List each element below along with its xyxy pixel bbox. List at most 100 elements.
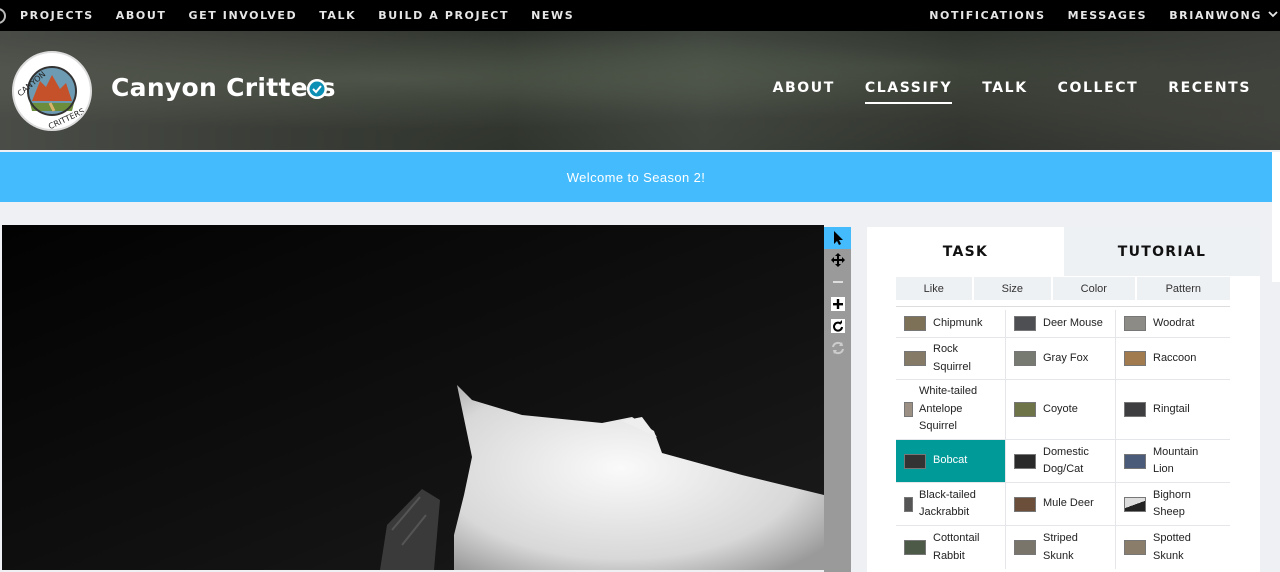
species-label: Black-tailed Jackrabbit <box>919 488 976 519</box>
species-label: Deer Mouse <box>1043 316 1103 329</box>
species-label: Rock Squirrel <box>933 343 971 373</box>
project-nav-recents[interactable]: RECENTS <box>1168 80 1251 104</box>
species-white-tailed-antelope-squirrel[interactable]: White-tailed Antelope Squirrel <box>896 380 1006 439</box>
species-mule-deer[interactable]: Mule Deer <box>1006 483 1116 525</box>
species-gray-fox[interactable]: Gray Fox <box>1006 338 1116 379</box>
species-label: Domestic Dog/Cat <box>1043 445 1089 476</box>
species-woodrat[interactable]: Woodrat <box>1116 310 1226 337</box>
project-header: CANYON CRITTERS Canyon Critters ABOUT CL… <box>0 31 1280 150</box>
canyon-critters-logo-icon: CANYON CRITTERS <box>16 55 88 129</box>
species-label: White-tailed Antelope Squirrel <box>919 385 978 433</box>
species-row: Bobcat Domestic Dog/Cat Mountain Lion <box>896 440 1230 483</box>
project-nav: ABOUT CLASSIFY TALK COLLECT RECENTS <box>743 80 1251 104</box>
species-striped-skunk[interactable]: Striped Skunk <box>1006 526 1116 569</box>
species-thumbnail <box>1124 402 1146 417</box>
species-thumbnail <box>904 402 913 417</box>
filter-color[interactable]: Color <box>1053 277 1135 300</box>
species-thumbnail <box>904 351 926 366</box>
filter-bar: Like Size Color Pattern <box>896 277 1231 304</box>
task-panel: TASK TUTORIAL Like Size Color Pattern Ch… <box>867 227 1260 572</box>
species-thumbnail <box>1124 540 1146 555</box>
species-thumbnail <box>1014 316 1036 331</box>
species-thumbnail <box>1124 351 1146 366</box>
project-nav-collect[interactable]: COLLECT <box>1058 80 1139 104</box>
pointer-icon[interactable] <box>824 227 851 249</box>
species-label: Bighorn Sheep <box>1153 488 1191 519</box>
species-domestic-dog-cat[interactable]: Domestic Dog/Cat <box>1006 440 1116 482</box>
reset-icon[interactable] <box>824 337 851 359</box>
move-icon[interactable] <box>824 249 851 271</box>
species-thumbnail <box>1014 496 1036 512</box>
nav-build-a-project[interactable]: BUILD A PROJECT <box>378 9 509 22</box>
filter-pattern[interactable]: Pattern <box>1136 277 1231 300</box>
species-row: White-tailed Antelope Squirrel Coyote Ri… <box>896 380 1230 440</box>
species-label: Spotted Skunk <box>1153 532 1191 562</box>
species-label: Raccoon <box>1153 351 1197 364</box>
species-thumbnail <box>904 540 926 555</box>
species-row: Chipmunk Deer Mouse Woodrat <box>896 310 1230 338</box>
image-toolbar <box>824 227 851 572</box>
species-row: Black-tailed Jackrabbit Mule Deer Bighor… <box>896 483 1230 526</box>
species-coyote[interactable]: Coyote <box>1006 380 1116 439</box>
species-label: Woodrat <box>1153 316 1195 329</box>
species-label: Cottontail Rabbit <box>933 532 980 562</box>
species-mountain-lion[interactable]: Mountain Lion <box>1116 440 1226 482</box>
species-row: Cottontail Rabbit Striped Skunk Spotted … <box>896 526 1230 569</box>
species-thumbnail <box>1124 316 1146 331</box>
zoom-in-icon[interactable] <box>824 293 851 315</box>
zooniverse-logo-icon[interactable] <box>0 7 6 24</box>
species-label: Striped Skunk <box>1043 532 1078 562</box>
species-thumbnail <box>1014 402 1036 417</box>
species-thumbnail <box>1014 453 1036 469</box>
filter-size[interactable]: Size <box>973 277 1052 300</box>
species-label: Mountain Lion <box>1153 445 1199 476</box>
banner-text: Welcome to Season 2! <box>566 169 706 185</box>
species-label: Bobcat <box>933 454 968 467</box>
zoom-out-icon[interactable] <box>824 271 851 293</box>
nav-notifications[interactable]: NOTIFICATIONS <box>929 9 1045 22</box>
nav-messages[interactable]: MESSAGES <box>1068 9 1148 22</box>
species-label: Coyote <box>1043 402 1078 415</box>
species-spotted-skunk[interactable]: Spotted Skunk <box>1116 526 1226 569</box>
species-bobcat[interactable]: Bobcat <box>896 440 1006 482</box>
species-thumbnail <box>1014 351 1036 366</box>
nav-user-menu[interactable]: BRIANWONG <box>1169 9 1262 22</box>
species-raccoon[interactable]: Raccoon <box>1116 338 1226 379</box>
task-tabs: TASK TUTORIAL <box>867 227 1260 276</box>
species-ringtail[interactable]: Ringtail <box>1116 380 1226 439</box>
species-deer-mouse[interactable]: Deer Mouse <box>1006 310 1116 337</box>
nav-get-involved[interactable]: GET INVOLVED <box>188 9 297 22</box>
project-avatar[interactable]: CANYON CRITTERS <box>12 51 92 131</box>
species-cottontail-rabbit[interactable]: Cottontail Rabbit <box>896 526 1006 569</box>
species-black-tailed-jackrabbit[interactable]: Black-tailed Jackrabbit <box>896 483 1006 525</box>
nav-about[interactable]: ABOUT <box>116 9 167 22</box>
project-nav-classify[interactable]: CLASSIFY <box>864 80 953 104</box>
species-label: Chipmunk <box>933 316 983 329</box>
project-nav-about[interactable]: ABOUT <box>773 80 835 104</box>
site-top-nav: PROJECTS ABOUT GET INVOLVED TALK BUILD A… <box>0 0 1280 31</box>
nav-talk[interactable]: TALK <box>319 9 356 22</box>
species-grid: Chipmunk Deer Mouse Woodrat Rock Squirre… <box>896 310 1230 569</box>
announcement-banner: Welcome to Season 2! <box>0 152 1272 202</box>
tab-tutorial[interactable]: TUTORIAL <box>1064 227 1260 276</box>
camera-trap-photo <box>2 225 824 570</box>
species-thumbnail <box>1124 453 1146 469</box>
project-nav-talk[interactable]: TALK <box>982 80 1027 104</box>
tab-task[interactable]: TASK <box>867 227 1064 276</box>
banner-edge <box>1272 152 1280 282</box>
nav-news[interactable]: NEWS <box>531 9 574 22</box>
project-title[interactable]: Canyon Critters <box>111 73 336 102</box>
subject-image[interactable] <box>2 225 824 570</box>
chevron-down-icon[interactable] <box>1268 10 1278 21</box>
species-label: Gray Fox <box>1043 351 1089 364</box>
species-label: Ringtail <box>1153 402 1190 415</box>
rotate-icon[interactable] <box>824 315 851 337</box>
species-bighorn-sheep[interactable]: Bighorn Sheep <box>1116 483 1226 525</box>
filter-divider <box>896 306 1230 307</box>
species-chipmunk[interactable]: Chipmunk <box>896 310 1006 337</box>
nav-projects[interactable]: PROJECTS <box>20 9 94 22</box>
species-thumbnail <box>1124 496 1146 512</box>
species-thumbnail <box>904 453 926 469</box>
species-rock-squirrel[interactable]: Rock Squirrel <box>896 338 1006 379</box>
filter-like[interactable]: Like <box>896 277 972 300</box>
